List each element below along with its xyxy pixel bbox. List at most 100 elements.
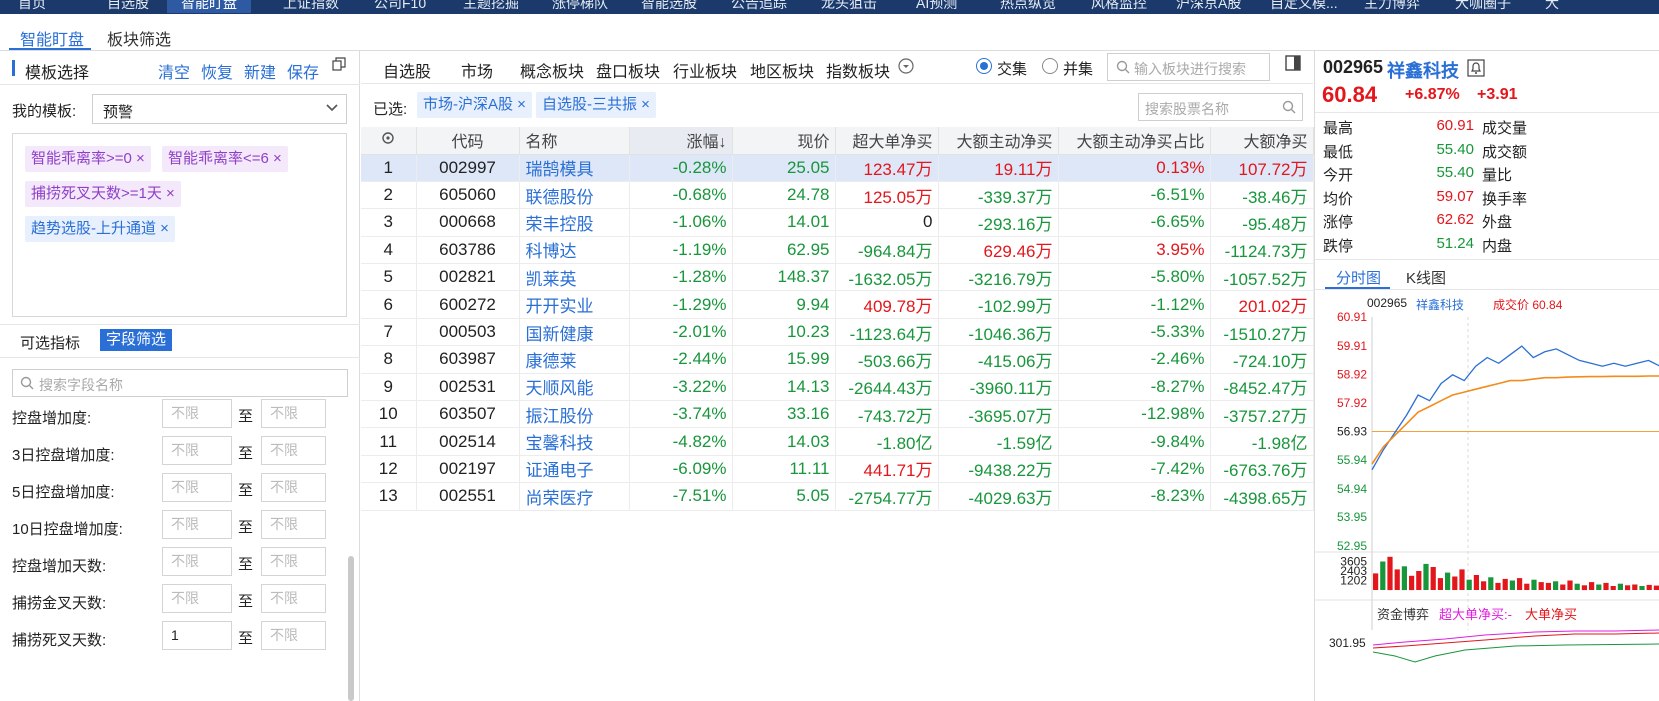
template-select[interactable]: 预警 bbox=[92, 94, 347, 124]
radio-intersect[interactable] bbox=[976, 58, 992, 74]
top-nav-item[interactable]: 自选股 bbox=[107, 0, 149, 13]
volume-bar bbox=[1603, 582, 1609, 590]
col-name[interactable]: 名称 bbox=[519, 127, 630, 155]
col-big-active-net[interactable]: 大额主动净买 bbox=[938, 127, 1059, 155]
tab-block-filter[interactable]: 板块筛选 bbox=[107, 26, 171, 50]
col-big-net[interactable]: 大额净买 bbox=[1210, 127, 1314, 155]
table-row[interactable]: 7 000503 国新健康 -2.01% 10.23 -1123.64万 -1046.36万… bbox=[361, 318, 1314, 347]
selected-tag-market[interactable]: 市场-沪深A股 × bbox=[417, 92, 532, 118]
table-row[interactable]: 5 002821 凯莱英 -1.28% 148.37 -1632.05万 -3216.79万… bbox=[361, 263, 1314, 292]
block-search-input[interactable]: 输入板块进行搜索 bbox=[1107, 53, 1270, 81]
table-row[interactable]: 9 002531 天顺风能 -3.22% 14.13 -2644.43万 -3960.11万… bbox=[361, 373, 1314, 402]
table-row[interactable]: 8 603987 康德莱 -2.44% 15.99 -503.66万 -415.06万 -2.… bbox=[361, 345, 1314, 374]
col-change-pct[interactable]: 涨幅↓ bbox=[629, 127, 733, 155]
top-nav-item[interactable]: 大 bbox=[1545, 0, 1559, 13]
field-max-input[interactable]: 不限 bbox=[261, 473, 326, 502]
col-big-active-ratio[interactable]: 大额主动净买占比 bbox=[1058, 127, 1211, 155]
col-super-big-net[interactable]: 超大单净买 bbox=[835, 127, 939, 155]
tab-optional-indicators[interactable]: 可选指标 bbox=[20, 332, 80, 353]
condition-chip[interactable]: 捕捞死叉天数>=1天 × bbox=[25, 181, 181, 207]
block-tab[interactable]: 盘口板块 bbox=[596, 58, 660, 82]
field-min-input[interactable]: 不限 bbox=[162, 510, 232, 539]
top-nav-item[interactable]: 上证指数 bbox=[283, 0, 339, 13]
quote-name[interactable]: 祥鑫科技 bbox=[1387, 57, 1459, 83]
field-max-input[interactable]: 不限 bbox=[261, 399, 326, 428]
bell-icon[interactable] bbox=[1467, 59, 1485, 81]
top-nav-item[interactable]: 主力博弈 bbox=[1364, 0, 1420, 13]
row-number: 10 bbox=[361, 400, 417, 429]
block-tab[interactable]: 自选股 bbox=[383, 58, 431, 82]
field-min-input[interactable]: 不限 bbox=[162, 436, 232, 465]
stat-value: 51.24 bbox=[1436, 234, 1474, 252]
scrollbar-thumb[interactable] bbox=[348, 556, 354, 701]
settings-column-header[interactable] bbox=[361, 127, 417, 155]
table-row[interactable]: 1 002997 瑞鹄模具 -0.28% 25.05 123.47万 19.11万 0.13%… bbox=[361, 154, 1314, 182]
top-nav-item[interactable]: 热点纵览 bbox=[1000, 0, 1056, 13]
top-nav-item[interactable]: 公告追踪 bbox=[731, 0, 787, 13]
top-nav-item[interactable]: 智能选股 bbox=[641, 0, 697, 13]
table-row[interactable]: 12 002197 证通电子 -6.09% 11.11 441.71万 -9438.22万 -… bbox=[361, 455, 1314, 484]
table-row[interactable]: 6 600272 开开实业 -1.29% 9.94 409.78万 -102.99万 -1.1… bbox=[361, 290, 1314, 319]
restore-button[interactable]: 恢复 bbox=[201, 59, 233, 83]
field-min-input[interactable]: 1 bbox=[162, 621, 232, 650]
price: 62.95 bbox=[732, 236, 836, 265]
top-nav-item[interactable]: 龙头狙击 bbox=[821, 0, 877, 13]
stock-search-input[interactable]: 搜索股票名称 bbox=[1138, 93, 1303, 121]
panel-toggle-icon[interactable] bbox=[1285, 55, 1301, 75]
table-row[interactable]: 13 002551 尚荣医疗 -7.51% 5.05 -2754.77万 -4029.63万… bbox=[361, 482, 1314, 511]
field-min-input[interactable]: 不限 bbox=[162, 473, 232, 502]
top-nav-item[interactable]: 涨停梯队 bbox=[552, 0, 608, 13]
save-button[interactable]: 保存 bbox=[287, 59, 319, 83]
price-tick-label: 52.95 bbox=[1337, 539, 1367, 553]
search-icon[interactable] bbox=[1282, 100, 1296, 118]
table-row[interactable]: 11 002514 宝馨科技 -4.82% 14.03 -1.80亿 -1.59亿 -9.84… bbox=[361, 427, 1314, 456]
block-tab[interactable]: 行业板块 bbox=[673, 58, 737, 82]
price: 33.16 bbox=[732, 400, 836, 429]
selected-tag-watchlist[interactable]: 自选股-三共振 × bbox=[536, 92, 656, 118]
chevron-down-circle-icon[interactable] bbox=[898, 58, 914, 78]
tab-kline[interactable]: K线图 bbox=[1406, 267, 1446, 288]
table-row[interactable]: 3 000668 荣丰控股 -1.06% 14.01 0 -293.16万 -6.65% -95… bbox=[361, 208, 1314, 237]
top-nav-item[interactable]: 自定义模... bbox=[1270, 0, 1338, 13]
top-nav-item[interactable]: 风格监控 bbox=[1091, 0, 1147, 13]
top-nav-item[interactable]: AI预测 bbox=[916, 0, 957, 13]
tab-smart-monitor[interactable]: 智能盯盘 bbox=[20, 26, 84, 50]
field-min-input[interactable]: 不限 bbox=[162, 584, 232, 613]
field-max-input[interactable]: 不限 bbox=[261, 547, 326, 576]
top-nav-item[interactable]: 智能盯盘 bbox=[167, 0, 251, 13]
table-row[interactable]: 4 603786 科博达 -1.19% 62.95 -964.84万 629.46万 3.95… bbox=[361, 236, 1314, 265]
top-nav-item[interactable]: 公司F10 bbox=[374, 0, 426, 13]
condition-chip[interactable]: 智能乖离率>=0 × bbox=[25, 146, 151, 172]
field-search-input[interactable]: 搜索字段名称 bbox=[12, 369, 348, 397]
copy-icon[interactable] bbox=[332, 57, 346, 71]
block-tab[interactable]: 指数板块 bbox=[826, 58, 890, 82]
top-nav-item[interactable]: 大咖圈子 bbox=[1455, 0, 1511, 13]
change-pct: -6.09% bbox=[629, 455, 733, 484]
new-button[interactable]: 新建 bbox=[244, 59, 276, 83]
condition-chip[interactable]: 趋势选股-上升通道 × bbox=[25, 216, 175, 242]
field-max-input[interactable]: 不限 bbox=[261, 510, 326, 539]
block-tab[interactable]: 概念板块 bbox=[520, 58, 584, 82]
intraday-chart[interactable]: 60.91 59.91 58.92 57.92 56.93 55.94 54.94 53.95… bbox=[1315, 290, 1659, 701]
field-min-input[interactable]: 不限 bbox=[162, 547, 232, 576]
table-row[interactable]: 2 605060 联德股份 -0.68% 24.78 125.05万 -339.37万 -6.… bbox=[361, 181, 1314, 210]
field-max-input[interactable]: 不限 bbox=[261, 436, 326, 465]
top-nav-item[interactable]: 沪深京A股 bbox=[1176, 0, 1241, 13]
big-active-ratio: -6.51% bbox=[1058, 181, 1211, 210]
field-max-input[interactable]: 不限 bbox=[261, 621, 326, 650]
col-code[interactable]: 代码 bbox=[416, 127, 520, 155]
block-tab[interactable]: 市场 bbox=[461, 58, 493, 82]
tab-intraday[interactable]: 分时图 bbox=[1336, 267, 1381, 288]
top-nav-item[interactable]: 首页 bbox=[18, 0, 46, 13]
col-price[interactable]: 现价 bbox=[732, 127, 836, 155]
field-max-input[interactable]: 不限 bbox=[261, 584, 326, 613]
radio-union[interactable] bbox=[1042, 58, 1058, 74]
field-min-input[interactable]: 不限 bbox=[162, 399, 232, 428]
top-nav-item[interactable]: 主题挖掘 bbox=[463, 0, 519, 13]
block-tab[interactable]: 地区板块 bbox=[750, 58, 814, 82]
tab-field-filter[interactable]: 字段筛选 bbox=[100, 329, 173, 351]
clear-button[interactable]: 清空 bbox=[158, 59, 190, 83]
condition-chip[interactable]: 智能乖离率<=6 × bbox=[162, 146, 288, 172]
settings-icon[interactable] bbox=[381, 132, 395, 149]
table-row[interactable]: 10 603507 振江股份 -3.74% 33.16 -743.72万 -3695.07万… bbox=[361, 400, 1314, 429]
